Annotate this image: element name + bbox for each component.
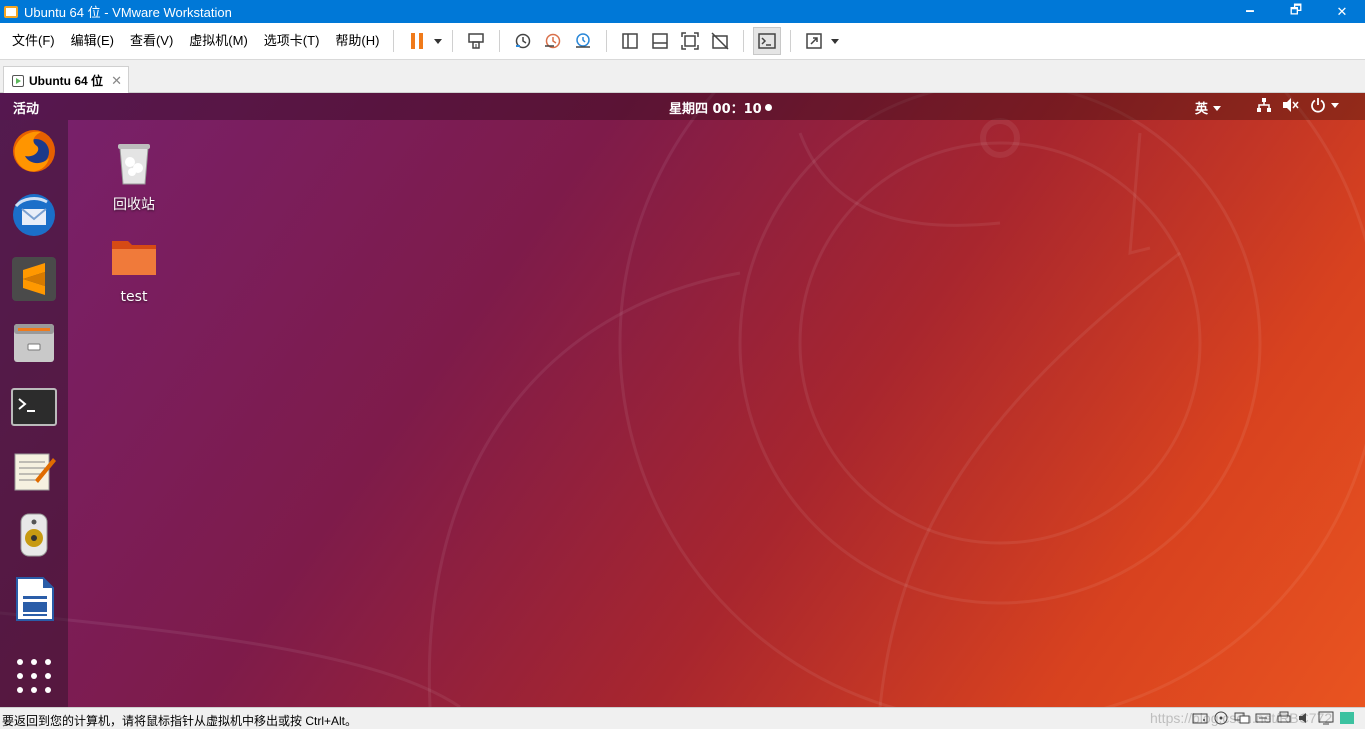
trash-icon [118,144,150,185]
stretch-dropdown-chevron-icon[interactable] [829,27,841,55]
input-method-button[interactable]: 英 [1195,98,1222,117]
menu-help[interactable]: 帮助(H) [329,29,385,53]
cd-dvd-icon[interactable] [1213,711,1229,725]
status-message: 要返回到您的计算机，请将鼠标指针从虚拟机中移出或按 Ctrl+Alt。 [2,714,358,728]
desktop-icon-label: 回收站 [113,197,155,213]
display-icon[interactable] [1318,711,1334,725]
stretch-guest-icon[interactable] [800,27,828,55]
text-editor-icon[interactable] [8,445,60,497]
network-adapter-icon[interactable] [1234,711,1250,725]
toolbar-separator [790,30,792,52]
menu-file[interactable]: 文件(F) [6,29,61,53]
firefox-icon[interactable] [8,125,60,177]
snapshot-manager-icon[interactable] [569,27,597,55]
thumbnail-bar-icon[interactable] [646,27,674,55]
files-icon[interactable] [8,317,60,369]
toolbar-separator [393,30,395,52]
device-status-icons [1192,711,1355,725]
window-title: Ubuntu 64 位 - VMware Workstation [24,5,232,20]
desktop-icon-label: test [120,289,148,305]
power-icon [1311,98,1325,113]
clock-button[interactable]: 星期四 00：10 [669,98,772,117]
menu-vm[interactable]: 虚拟机(M) [183,29,254,53]
pause-icon[interactable] [403,27,431,55]
window-title-bar: Ubuntu 64 位 - VMware Workstation 🗕 🗗 ✕ [0,0,1365,23]
clock-text: 星期四 00：10 [669,102,762,117]
unity-icon[interactable] [706,27,734,55]
toolbar-separator [499,30,501,52]
snapshot-icon[interactable] [509,27,537,55]
toolbar-separator [743,30,745,52]
menu-edit[interactable]: 编辑(E) [65,29,120,53]
show-applications-icon[interactable] [14,656,54,696]
send-ctrl-alt-del-icon[interactable] [462,27,490,55]
desktop-icon-trash[interactable]: 回收站 [94,138,174,214]
sublime-text-icon[interactable] [8,253,60,305]
tab-close-icon[interactable]: ✕ [111,73,122,89]
menu-view[interactable]: 查看(V) [124,29,179,53]
tab-label: Ubuntu 64 位 [29,74,103,88]
folder-icon [112,241,156,275]
minimize-button[interactable]: 🗕 [1227,0,1273,23]
toolbar-separator [452,30,454,52]
tab-ubuntu-64[interactable]: Ubuntu 64 位 ✕ [3,66,129,94]
show-library-icon[interactable] [616,27,644,55]
guest-desktop[interactable]: 活动 星期四 00：10 英 回收站 test [0,93,1365,707]
vm-running-icon [12,74,24,87]
status-bar: 要返回到您的计算机，请将鼠标指针从虚拟机中移出或按 Ctrl+Alt。 http… [0,707,1365,729]
power-menu[interactable] [1310,97,1339,113]
vm-tab-strip: Ubuntu 64 位 ✕ [0,61,1365,94]
menu-toolbar: 文件(F) 编辑(E) 查看(V) 虚拟机(M) 选项卡(T) 帮助(H) [0,23,1365,60]
menu-tabs[interactable]: 选项卡(T) [258,29,326,53]
desktop-icon-test-folder[interactable]: test [94,233,174,305]
restore-button[interactable]: 🗗 [1273,0,1319,23]
power-dropdown-chevron-icon[interactable] [432,27,444,55]
revert-snapshot-icon[interactable] [539,27,567,55]
activities-button[interactable]: 活动 [13,98,39,117]
sound-card-icon[interactable] [1297,711,1313,725]
message-log-icon[interactable] [1339,711,1355,725]
wallpaper-decoration [0,93,1365,707]
notification-dot-icon [764,104,772,111]
usb-controller-icon[interactable] [1255,711,1271,725]
toolbar-separator [606,30,608,52]
volume-muted-icon [1283,98,1299,112]
terminal-icon[interactable] [8,381,60,433]
system-menu[interactable] [1256,97,1339,113]
libreoffice-writer-icon[interactable] [8,573,60,625]
console-view-icon[interactable] [753,27,782,55]
rhythmbox-icon[interactable] [8,509,60,561]
input-method-label: 英 [1195,102,1209,117]
gnome-top-bar: 活动 星期四 00：10 英 [0,93,1365,120]
thunderbird-icon[interactable] [8,189,60,241]
printer-icon[interactable] [1276,711,1292,725]
hard-disk-icon[interactable] [1192,711,1208,725]
ubuntu-dock [0,120,68,707]
chevron-down-icon [1213,106,1222,111]
vmware-app-icon [4,5,18,18]
network-icon [1257,98,1271,112]
full-screen-icon[interactable] [676,27,704,55]
chevron-down-icon [1331,102,1339,108]
close-button[interactable]: ✕ [1319,0,1365,23]
